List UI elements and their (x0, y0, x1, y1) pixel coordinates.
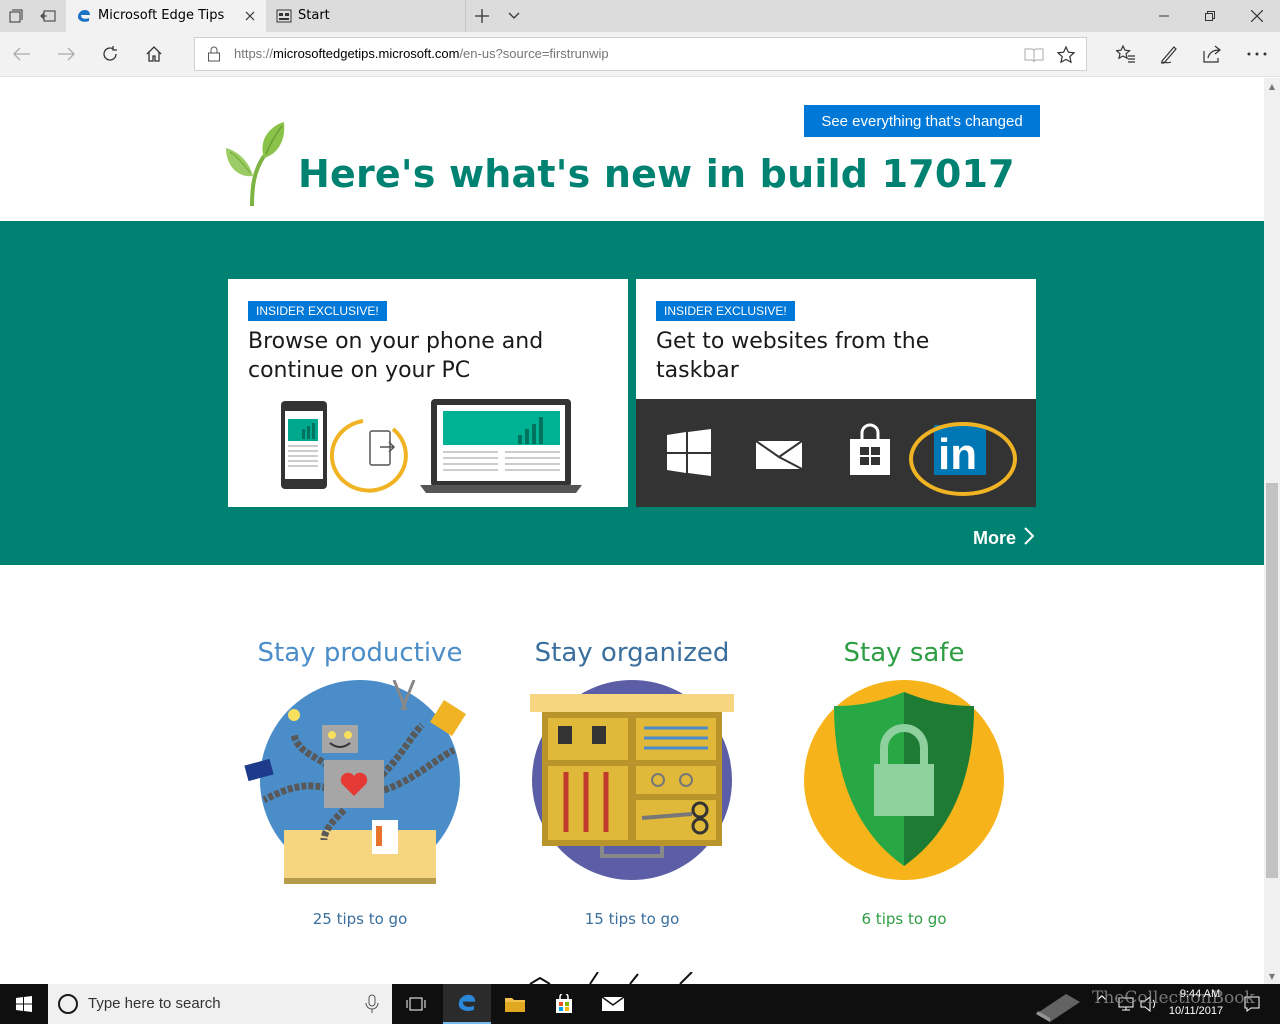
category-title: Stay organized (534, 638, 730, 668)
tab-label: Start (298, 8, 330, 23)
clock-date[interactable]: 10/11/2017 (1163, 1005, 1229, 1017)
refresh-icon[interactable] (94, 38, 126, 70)
microphone-icon[interactable] (364, 994, 380, 1014)
mail-icon[interactable] (589, 984, 637, 1024)
favorites-hub-icon[interactable] (1110, 38, 1142, 70)
close-window-icon[interactable] (1234, 0, 1280, 32)
tab-label: Microsoft Edge Tips (98, 8, 225, 23)
scroll-down-icon[interactable]: ▼ (1264, 968, 1280, 984)
card-title: Get to websites from the taskbar (656, 329, 930, 383)
url-host: microsoftedgetips.microsoft.com (273, 46, 460, 61)
tab-preview-icon[interactable] (0, 0, 32, 32)
forward-arrow-icon[interactable] (50, 38, 82, 70)
tab-start[interactable]: Start (266, 0, 466, 32)
taskbar: Type here to search ^ TheCollectionBook … (0, 984, 1280, 1024)
close-tab-icon[interactable] (242, 8, 258, 24)
card-taskbar-websites[interactable]: INSIDER EXCLUSIVE! Get to websites from … (636, 279, 1036, 507)
category-title: Stay safe (843, 638, 965, 668)
search-placeholder: Type here to search (88, 995, 221, 1012)
page-viewport: See everything that's changed Here's wha… (0, 78, 1264, 984)
file-explorer-icon[interactable] (491, 984, 539, 1024)
scrollbar-thumb[interactable] (1266, 483, 1278, 878)
card-title: Browse on your phone and continue on you… (248, 329, 544, 383)
minimize-icon[interactable] (1141, 0, 1187, 32)
start-page-icon (276, 8, 292, 24)
url-scheme: https:// (234, 46, 274, 61)
shield-lock-illustration (768, 680, 1040, 890)
share-icon[interactable] (1197, 38, 1229, 70)
cortana-icon (58, 994, 78, 1014)
more-label: More (973, 528, 1017, 548)
more-options-icon[interactable] (1241, 38, 1273, 70)
sprout-icon (220, 118, 290, 212)
tips-remaining: 6 tips to go (861, 910, 947, 928)
svg-text:in: in (938, 430, 977, 479)
set-tabs-aside-icon[interactable] (32, 0, 64, 32)
lock-icon (207, 46, 223, 62)
tab-strip: Microsoft Edge Tips Start (0, 0, 1280, 32)
edge-logo-icon (76, 8, 92, 24)
edge-taskbar-icon[interactable] (443, 984, 491, 1024)
card-browse-phone[interactable]: INSIDER EXCLUSIVE! Browse on your phone … (228, 279, 628, 507)
category-title: Stay productive (257, 638, 463, 668)
restore-icon[interactable] (1187, 0, 1233, 32)
tips-remaining: 15 tips to go (584, 910, 680, 928)
address-bar[interactable]: https://microsoftedgetips.microsoft.com/… (194, 37, 1087, 71)
scissors-doodle-icon (529, 972, 693, 984)
insider-badge: INSIDER EXCLUSIVE! (248, 301, 387, 321)
tab-microsoft-edge-tips[interactable]: Microsoft Edge Tips (66, 0, 266, 32)
web-note-pen-icon[interactable] (1153, 38, 1185, 70)
taskbar-search-box[interactable]: Type here to search (48, 984, 392, 1024)
back-arrow-icon[interactable] (6, 38, 38, 70)
insider-section: INSIDER EXCLUSIVE! Browse on your phone … (0, 221, 1264, 565)
reading-view-icon[interactable] (1024, 45, 1044, 65)
vertical-scrollbar[interactable]: ▲ ▼ (1264, 78, 1280, 984)
home-icon[interactable] (138, 38, 170, 70)
see-everything-changed-button[interactable]: See everything that's changed (804, 105, 1040, 137)
store-icon[interactable] (540, 984, 588, 1024)
taskbar-pins-illustration: in (636, 399, 1036, 507)
new-tab-icon[interactable] (466, 0, 498, 32)
navigation-bar: https://microsoftedgetips.microsoft.com/… (0, 32, 1280, 77)
organizer-illustration (496, 680, 768, 890)
more-link[interactable]: More (973, 527, 1035, 550)
tips-remaining: 25 tips to go (312, 910, 408, 928)
favorite-star-icon[interactable] (1056, 45, 1076, 65)
url-path: /en-us?source=firstrunwip (459, 46, 609, 61)
task-view-icon[interactable] (392, 984, 440, 1024)
scroll-up-icon[interactable]: ▲ (1264, 78, 1280, 94)
clock-time[interactable]: 9:44 AM (1170, 988, 1230, 1000)
book-logo-icon (1036, 994, 1080, 1022)
url-text[interactable]: https://microsoftedgetips.microsoft.com/… (234, 46, 609, 61)
chevron-down-icon[interactable] (498, 0, 530, 32)
chevron-right-icon (1024, 527, 1035, 550)
windows-start-icon[interactable] (0, 984, 48, 1024)
robot-illustration (224, 679, 496, 890)
page-title: Here's what's new in build 17017 (298, 152, 1015, 196)
insider-badge: INSIDER EXCLUSIVE! (656, 301, 795, 321)
phone-to-pc-illustration (228, 399, 628, 507)
